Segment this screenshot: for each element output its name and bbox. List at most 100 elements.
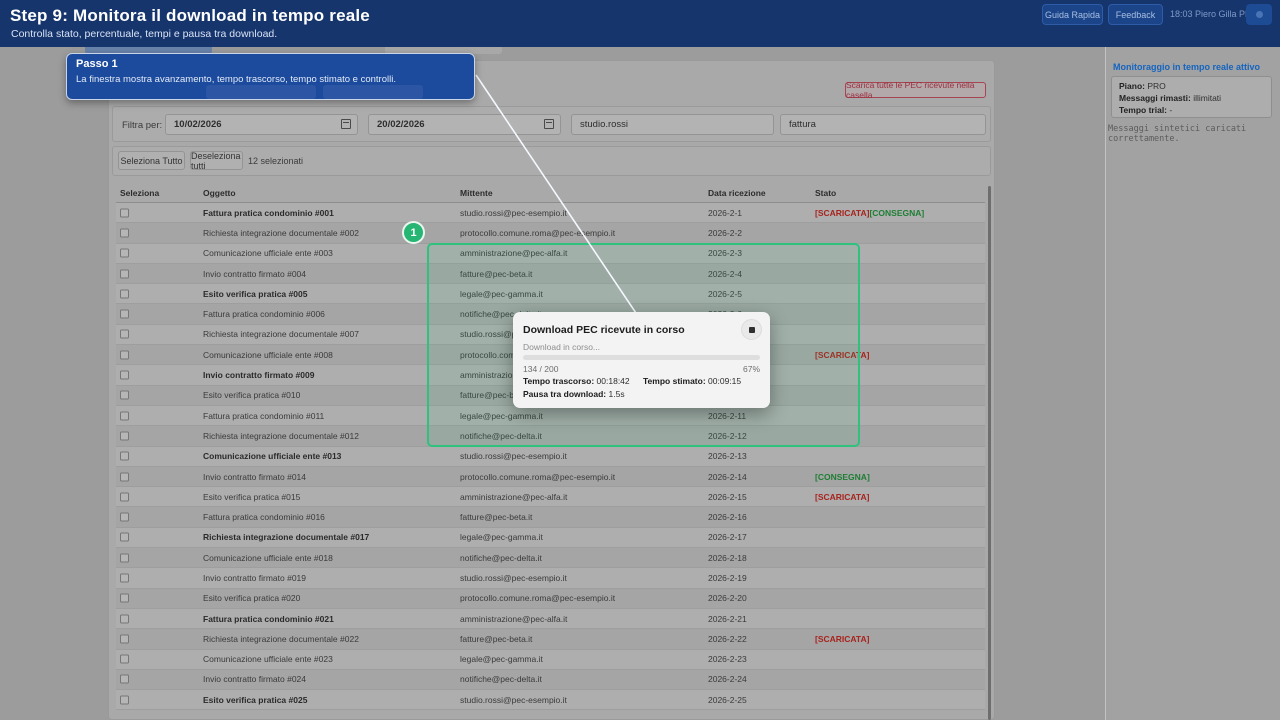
row-subject: Richiesta integrazione documentale #002 [203, 228, 359, 238]
subject-filter-input[interactable]: fattura [780, 114, 986, 135]
row-checkbox[interactable] [120, 350, 129, 359]
row-checkbox[interactable] [120, 310, 129, 319]
table-row[interactable]: Comunicazione ufficiale ente #023 legale… [116, 650, 985, 670]
row-checkbox[interactable] [120, 391, 129, 400]
row-checkbox[interactable] [120, 269, 129, 278]
row-checkbox[interactable] [120, 675, 129, 684]
monitoring-status-link[interactable]: Monitoraggio in tempo reale attivo [1113, 62, 1260, 72]
row-checkbox[interactable] [120, 452, 129, 461]
row-checkbox[interactable] [120, 249, 129, 258]
row-sender: notifiche@pec-delta.it [460, 674, 542, 684]
calendar-icon[interactable] [341, 119, 351, 129]
select-all-button[interactable]: Seleziona Tutto [118, 151, 185, 170]
tooltip-step-label: Passo 1 [76, 58, 118, 70]
row-subject: Invio contratto firmato #019 [203, 573, 306, 583]
row-status: [SCARICATA] [815, 634, 869, 644]
tooltip-step-text: La finestra mostra avanzamento, tempo tr… [76, 74, 396, 85]
progress-bar [523, 355, 760, 360]
plan-info-box: Piano: PRO Messaggi rimasti: illimitati … [1111, 76, 1272, 118]
stop-download-button[interactable] [741, 319, 762, 340]
row-sender: studio.rossi@pec-esempio.it [460, 695, 567, 705]
table-scrollbar[interactable] [988, 186, 991, 720]
row-checkbox[interactable] [120, 431, 129, 440]
deselect-all-button[interactable]: Deseleziona tutti [190, 151, 243, 170]
row-checkbox[interactable] [120, 472, 129, 481]
trial-line: Tempo trial: - [1119, 105, 1172, 115]
row-sender: fatture@pec-beta.it [460, 512, 532, 522]
row-checkbox[interactable] [120, 553, 129, 562]
row-sender: protocollo.comune.roma@pec-esempio.it [460, 593, 615, 603]
row-sender: legale@pec-gamma.it [460, 532, 543, 542]
row-checkbox[interactable] [120, 289, 129, 298]
row-checkbox[interactable] [120, 614, 129, 623]
row-subject: Fattura pratica condominio #021 [203, 614, 334, 624]
row-checkbox[interactable] [120, 573, 129, 582]
messages-line: Messaggi rimasti: illimitati [1119, 93, 1221, 103]
row-sender: fatture@pec-beta.it [460, 634, 532, 644]
guide-button[interactable]: Guida Rapida [1042, 4, 1103, 25]
row-sender: studio.rossi@pec-esempio.it [460, 573, 567, 583]
row-status: [CONSEGNA] [815, 472, 870, 482]
row-sender: studio.rossi@pec-esempio.it [460, 208, 567, 218]
table-row[interactable]: Fattura pratica condominio #001 studio.r… [116, 203, 985, 223]
table-row[interactable]: Fattura pratica condominio #021 amminist… [116, 609, 985, 629]
row-checkbox[interactable] [120, 208, 129, 217]
subject-filter-value: fattura [789, 119, 816, 130]
table-row[interactable]: Richiesta integrazione documentale #022 … [116, 629, 985, 649]
date-to-input[interactable]: 20/02/2026 [368, 114, 561, 135]
row-subject: Richiesta integrazione documentale #017 [203, 532, 369, 542]
col-oggetto: Oggetto [203, 188, 236, 198]
ghost-button [206, 85, 316, 99]
row-date: 2026-2-22 [708, 634, 747, 644]
row-checkbox[interactable] [120, 594, 129, 603]
row-subject: Comunicazione ufficiale ente #013 [203, 451, 341, 461]
row-date: 2026-2-21 [708, 614, 747, 624]
settings-button[interactable] [1246, 4, 1272, 25]
row-sender: studio.rossi@pec-esempio.it [460, 451, 567, 461]
row-checkbox[interactable] [120, 411, 129, 420]
row-sender: protocollo.comune.roma@pec-esempio.it [460, 228, 615, 238]
row-checkbox[interactable] [120, 513, 129, 522]
table-header: Seleziona Oggetto Mittente Data ricezion… [116, 184, 985, 203]
row-checkbox[interactable] [120, 371, 129, 380]
table-row[interactable]: Esito verifica pratica #015 amministrazi… [116, 487, 985, 507]
table-row[interactable]: Comunicazione ufficiale ente #018 notifi… [116, 548, 985, 568]
row-checkbox[interactable] [120, 533, 129, 542]
row-subject: Fattura pratica condominio #006 [203, 309, 325, 319]
table-row[interactable]: Esito verifica pratica #025 studio.rossi… [116, 690, 985, 710]
table-row[interactable]: Richiesta integrazione documentale #002 … [116, 223, 985, 243]
download-progress-modal: Download PEC ricevute in corso Download … [513, 312, 770, 408]
table-row[interactable]: Invio contratto firmato #024 notifiche@p… [116, 670, 985, 690]
table-row[interactable]: Richiesta integrazione documentale #017 … [116, 528, 985, 548]
row-sender: legale@pec-gamma.it [460, 654, 543, 664]
row-subject: Richiesta integrazione documentale #022 [203, 634, 359, 644]
sender-filter-input[interactable]: studio.rossi [571, 114, 774, 135]
row-checkbox[interactable] [120, 634, 129, 643]
row-subject: Richiesta integrazione documentale #012 [203, 431, 359, 441]
modal-status: Download in corso... [523, 342, 600, 352]
table-row[interactable]: Invio contratto firmato #014 protocollo.… [116, 467, 985, 487]
row-date: 2026-2-17 [708, 532, 747, 542]
row-checkbox[interactable] [120, 655, 129, 664]
row-subject: Esito verifica pratica #010 [203, 390, 300, 400]
row-subject: Fattura pratica condominio #001 [203, 208, 334, 218]
table-row[interactable]: Comunicazione ufficiale ente #013 studio… [116, 447, 985, 467]
estimated-time: Tempo stimato: 00:09:15 [643, 376, 741, 386]
download-all-button[interactable]: Scarica tutte le PEC ricevute nella case… [845, 82, 986, 98]
table-row[interactable]: Invio contratto firmato #019 studio.ross… [116, 568, 985, 588]
row-sender: amministrazione@pec-alfa.it [460, 614, 567, 624]
date-from-input[interactable]: 10/02/2026 [165, 114, 358, 135]
table-row[interactable]: Esito verifica pratica #020 protocollo.c… [116, 589, 985, 609]
table-row[interactable]: Fattura pratica condominio #016 fatture@… [116, 507, 985, 527]
row-checkbox[interactable] [120, 228, 129, 237]
feedback-button[interactable]: Feedback [1108, 4, 1163, 25]
calendar-icon[interactable] [544, 119, 554, 129]
col-seleziona: Seleziona [120, 188, 159, 198]
row-checkbox[interactable] [120, 330, 129, 339]
status-badge: [CONSEGNA] [869, 208, 924, 218]
col-data-ricezione: Data ricezione [708, 188, 766, 198]
row-checkbox[interactable] [120, 695, 129, 704]
tutorial-tooltip: Passo 1 La finestra mostra avanzamento, … [66, 53, 475, 100]
row-checkbox[interactable] [120, 492, 129, 501]
gear-icon [1256, 11, 1263, 18]
